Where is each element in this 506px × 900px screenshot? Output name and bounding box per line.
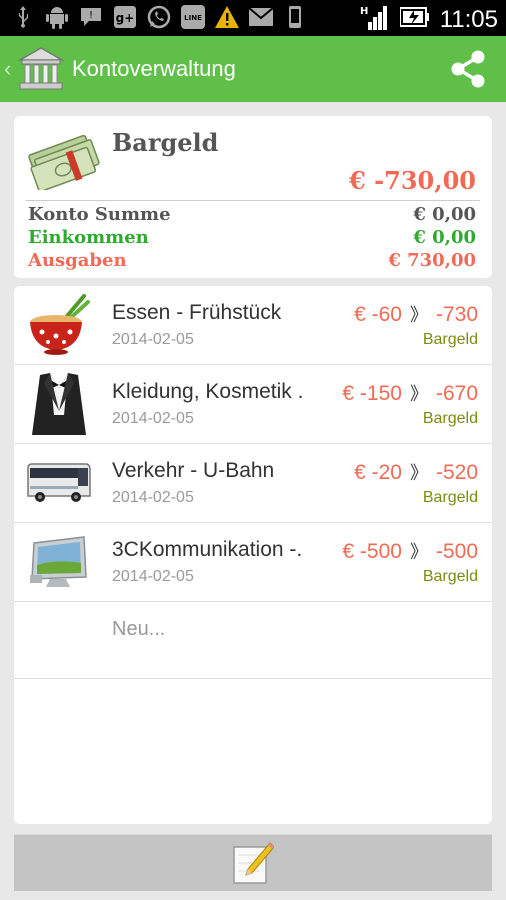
balance-value: -520 [435,461,478,484]
item-amount: € -500 》 -500 [342,538,478,564]
status-bar: ! g+ LINE H 11:05 [0,0,506,36]
summary-row-expenses: Ausgaben € 730,00 [28,250,476,272]
svg-text:g+: g+ [116,11,135,25]
signal-icon: H [360,4,390,35]
amount-value: € -500 [342,540,402,563]
list-item[interactable]: 3CKommunikation -. € -500 》 -500 2014-02-0… [14,523,492,602]
item-date: 2014-02-05 [112,568,194,585]
item-title: Essen - Frühstück [112,301,282,324]
amount-value: € -20 [354,461,402,484]
action-bar: ‹ Kontoverwaltung [0,36,506,102]
balance-value: -730 [435,303,478,326]
item-amount: € -60 》 -730 [354,301,478,327]
item-date: 2014-02-05 [112,331,194,348]
summary-row-balance: Konto Summe € 0,00 [28,204,476,226]
line-icon: LINE [180,5,206,29]
noodle-bowl-icon [26,292,92,358]
separator: 》 [409,463,428,483]
monitor-icon [26,529,92,595]
pencil-note-icon [233,842,275,884]
summary-label: Einkommen [28,227,149,248]
notification-icons: ! g+ LINE [10,5,308,29]
amount-value: € -150 [342,382,402,405]
status-right: H 11:05 [360,4,498,35]
summary-value: € 0,00 [413,204,476,225]
summary-row-income: Einkommen € 0,00 [28,227,476,249]
mail-icon [248,5,274,29]
account-total: € -730,00 [349,166,476,195]
bottom-bar [14,834,492,891]
transaction-list: Essen - Frühstück € -60 》 -730 2014-02-05 … [14,286,492,824]
item-account: Bargeld [422,410,478,427]
account-name: Bargeld [112,128,219,157]
item-date: 2014-02-05 [112,489,194,506]
chat-icon: ! [78,5,104,29]
amount-value: € -60 [354,303,402,326]
separator: 》 [409,305,428,325]
new-item-placeholder[interactable]: Neu... [112,618,165,641]
share-icon[interactable] [450,50,486,88]
google-plus-icon: g+ [112,5,138,29]
separator: 》 [409,542,428,562]
svg-text:LINE: LINE [184,14,202,22]
page-title: Kontoverwaltung [72,56,236,81]
balance-value: -670 [435,382,478,405]
item-account: Bargeld [422,331,478,348]
cash-icon [26,130,100,193]
bank-logo-icon[interactable] [16,45,66,93]
balance-value: -500 [435,540,478,563]
summary-label: Ausgaben [28,250,127,271]
item-account: Bargeld [422,568,478,585]
summary-label: Konto Summe [28,204,171,225]
item-title: Verkehr - U-Bahn [112,459,275,482]
tuxedo-icon [26,371,92,437]
new-item-row[interactable] [14,602,492,679]
battery-icon [398,6,430,33]
whatsapp-icon [146,5,172,29]
phone-icon [282,5,308,29]
edit-note-button[interactable] [232,841,275,885]
clock: 11:05 [439,5,498,33]
back-chevron-icon[interactable]: ‹ [4,56,11,82]
list-item[interactable]: Verkehr - U-Bahn € -20 》 -520 2014-02-05 B… [14,444,492,523]
divider [26,200,480,201]
separator: 》 [409,384,428,404]
android-icon [44,5,70,29]
bus-icon [26,450,92,516]
svg-text:H: H [360,6,368,17]
summary-value: € 730,00 [388,250,476,271]
account-summary-card[interactable]: Bargeld € -730,00 Konto Summe € 0,00 Ein… [14,116,492,278]
item-account: Bargeld [422,489,478,506]
list-item[interactable]: Kleidung, Kosmetik . € -150 》 -670 2014-02… [14,365,492,444]
svg-text:!: ! [89,10,93,21]
item-title: Kleidung, Kosmetik . [112,380,304,403]
warning-icon [214,5,240,29]
summary-value: € 0,00 [413,227,476,248]
item-amount: € -150 》 -670 [342,380,478,406]
item-title: 3CKommunikation -. [112,538,303,561]
item-amount: € -20 》 -520 [354,459,478,485]
list-item[interactable]: Essen - Frühstück € -60 》 -730 2014-02-05 … [14,286,492,365]
usb-icon [10,5,36,29]
item-date: 2014-02-05 [112,410,194,427]
